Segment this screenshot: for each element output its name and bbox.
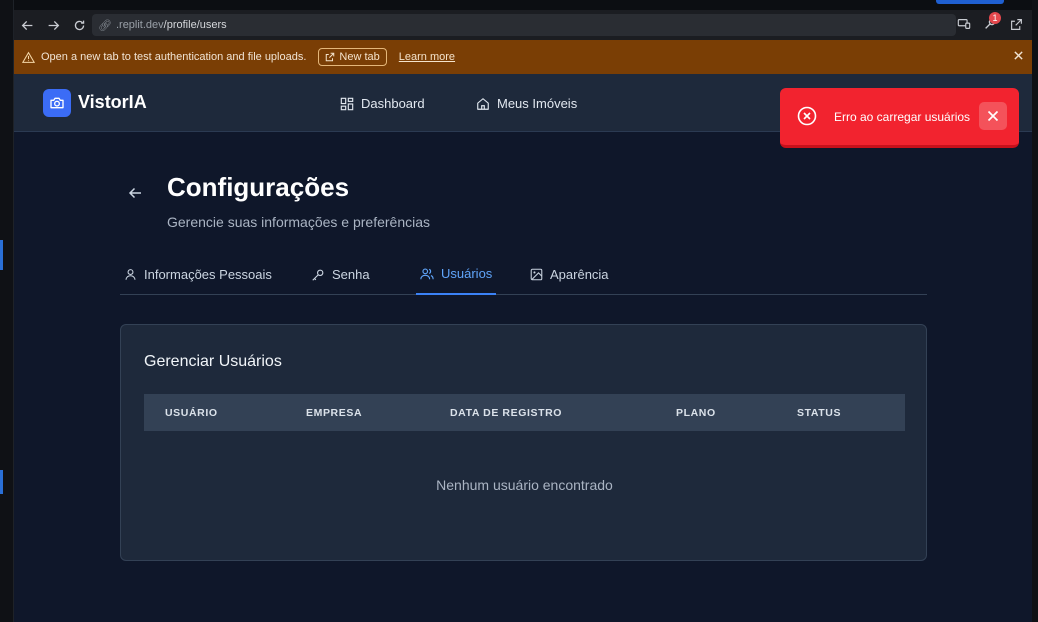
url-input[interactable]: 🔗︎ .replit.dev /profile/users bbox=[92, 14, 956, 36]
close-icon bbox=[987, 110, 999, 122]
user-icon bbox=[125, 269, 136, 280]
users-icon bbox=[420, 268, 434, 279]
page-subtitle: Gerencie suas informações e preferências bbox=[167, 214, 431, 230]
back-button[interactable] bbox=[127, 185, 143, 206]
column-header-empresa: EMPRESA bbox=[306, 407, 363, 419]
top-blue-button[interactable] bbox=[936, 0, 1004, 4]
devtools-button[interactable]: 1 bbox=[980, 12, 1001, 34]
image-icon bbox=[530, 268, 543, 281]
close-icon bbox=[1014, 51, 1023, 60]
empty-state-message: Nenhum usuário encontrado bbox=[436, 477, 613, 493]
left-marker bbox=[0, 470, 3, 494]
logo[interactable] bbox=[43, 89, 71, 117]
tab-label: Usuários bbox=[441, 266, 493, 281]
url-bar-actions: 1 bbox=[954, 12, 1026, 34]
toast-close-button[interactable] bbox=[979, 102, 1007, 130]
nav-dashboard-label: Dashboard bbox=[361, 96, 425, 111]
arrow-left-icon bbox=[21, 20, 32, 30]
url-bar: 🔗︎ .replit.dev /profile/users 1 bbox=[14, 10, 1032, 40]
error-toast: Erro ao carregar usuários bbox=[780, 88, 1019, 148]
tab-aparencia[interactable]: Aparência bbox=[530, 254, 609, 295]
right-edge bbox=[1032, 0, 1038, 622]
card-title: Gerenciar Usuários bbox=[144, 353, 282, 370]
tab-informacoes-pessoais[interactable]: Informações Pessoais bbox=[124, 254, 272, 295]
forward-nav-button[interactable] bbox=[40, 12, 66, 38]
screen: 🔗︎ .replit.dev /profile/users 1 Open a n… bbox=[0, 0, 1038, 622]
banner-message: Open a new tab to test authentication an… bbox=[41, 51, 307, 63]
nav-dashboard[interactable]: Dashboard bbox=[340, 96, 425, 111]
settings-tabs: Informações Pessoais Senha Usuários Apar… bbox=[120, 254, 927, 295]
nav-meus-imoveis-label: Meus Imóveis bbox=[497, 96, 578, 111]
devices-button[interactable] bbox=[954, 14, 974, 34]
back-nav-button[interactable] bbox=[14, 12, 40, 38]
nav-meus-imoveis[interactable]: Meus Imóveis bbox=[476, 96, 577, 111]
left-editor-edge bbox=[0, 0, 14, 622]
users-table-header: USUÁRIO EMPRESA DATA DE REGISTRO PLANO S… bbox=[144, 394, 905, 431]
notification-badge: 1 bbox=[989, 12, 1001, 24]
column-header-plano: PLANO bbox=[676, 407, 716, 419]
auth-warning-banner: Open a new tab to test authentication an… bbox=[14, 40, 1032, 74]
column-header-data-registro: DATA DE REGISTRO bbox=[450, 407, 563, 419]
external-link-icon bbox=[326, 52, 335, 62]
arrow-right-icon bbox=[48, 20, 59, 30]
camera-icon bbox=[50, 97, 64, 109]
dashboard-icon bbox=[340, 97, 354, 110]
column-header-usuario: USUÁRIO bbox=[165, 407, 218, 419]
url-domain: .replit.dev bbox=[115, 19, 164, 31]
left-marker bbox=[0, 240, 3, 270]
page-title: Configurações bbox=[167, 172, 350, 202]
webview-pane: 🔗︎ .replit.dev /profile/users 1 Open a n… bbox=[14, 10, 1032, 622]
devices-icon bbox=[957, 19, 971, 29]
reload-icon bbox=[74, 20, 84, 30]
tab-label: Aparência bbox=[550, 267, 609, 282]
users-card: Gerenciar Usuários USUÁRIO EMPRESA DATA … bbox=[120, 324, 927, 561]
warning-icon bbox=[22, 51, 35, 63]
toast-message: Erro ao carregar usuários bbox=[834, 110, 971, 124]
app-root: VistorIA Dashboard Meus Imóveis Configur… bbox=[14, 74, 1032, 622]
banner-close-button[interactable] bbox=[1013, 49, 1024, 64]
tab-usuarios[interactable]: Usuários bbox=[416, 254, 497, 295]
tab-label: Informações Pessoais bbox=[144, 267, 272, 282]
url-path: /profile/users bbox=[163, 19, 227, 31]
column-header-status: STATUS bbox=[797, 407, 842, 419]
new-tab-label: New tab bbox=[339, 51, 380, 63]
open-external-button[interactable] bbox=[1006, 14, 1026, 34]
new-tab-button[interactable]: New tab bbox=[318, 48, 387, 66]
link-icon: 🔗︎ bbox=[98, 19, 112, 32]
reload-button[interactable] bbox=[66, 12, 92, 38]
brand-name[interactable]: VistorIA bbox=[78, 92, 147, 113]
tab-senha[interactable]: Senha bbox=[311, 254, 370, 295]
home-icon bbox=[477, 97, 489, 110]
tab-label: Senha bbox=[332, 267, 370, 282]
key-icon bbox=[312, 269, 324, 281]
arrow-left-icon bbox=[128, 187, 141, 199]
error-circle-icon bbox=[797, 106, 817, 126]
external-link-icon bbox=[1010, 18, 1022, 30]
learn-more-link[interactable]: Learn more bbox=[399, 51, 455, 63]
